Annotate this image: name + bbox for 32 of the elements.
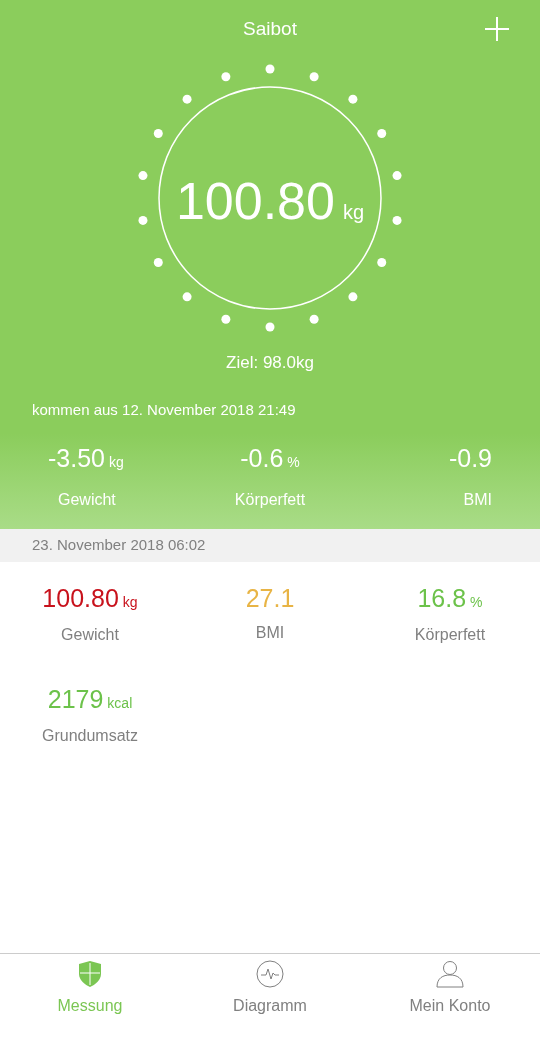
change-label: BMI <box>463 489 492 510</box>
pulse-icon <box>256 960 284 988</box>
change-value: -0.6 <box>240 445 284 471</box>
weight-value: 100.80 <box>175 175 335 227</box>
nav-tab[interactable]: Mein Konto <box>360 960 540 1018</box>
metric-value: 27.1 <box>245 586 295 611</box>
change-value: -0.9 <box>448 445 492 471</box>
goal-text: Ziel: 98.0kg <box>226 352 314 374</box>
metric-value: 2179 <box>47 687 104 712</box>
change-label: Gewicht <box>57 489 116 510</box>
metric-unit: % <box>470 593 483 612</box>
metric-label: Gewicht <box>61 625 119 645</box>
metric-label: BMI <box>255 623 285 643</box>
metric-unit: kg <box>122 593 138 612</box>
add-button[interactable] <box>482 14 512 44</box>
person-icon <box>436 960 464 988</box>
metric-label: Grundumsatz <box>41 726 138 746</box>
change-value: -3.50 <box>48 445 105 471</box>
measurement-date: 23. November 2018 06:02 <box>32 535 206 556</box>
profile-name: Saibot <box>243 16 297 41</box>
change-unit: % <box>287 452 300 472</box>
weight-unit: kg <box>342 202 365 222</box>
since-text: kommen aus 12. November 2018 21:49 <box>32 400 296 418</box>
change-label: Körperfett <box>234 489 306 510</box>
nav-tab[interactable]: Diagramm <box>180 960 360 1018</box>
shield-icon <box>76 960 104 988</box>
change-unit: kg <box>109 452 124 472</box>
metric-label: Körperfett <box>414 625 486 645</box>
metric-unit: kcal <box>107 694 133 713</box>
nav-tab[interactable]: Messung <box>0 960 180 1018</box>
metric-value: 100.80 <box>42 586 119 611</box>
metric-value: 16.8 <box>417 586 467 611</box>
